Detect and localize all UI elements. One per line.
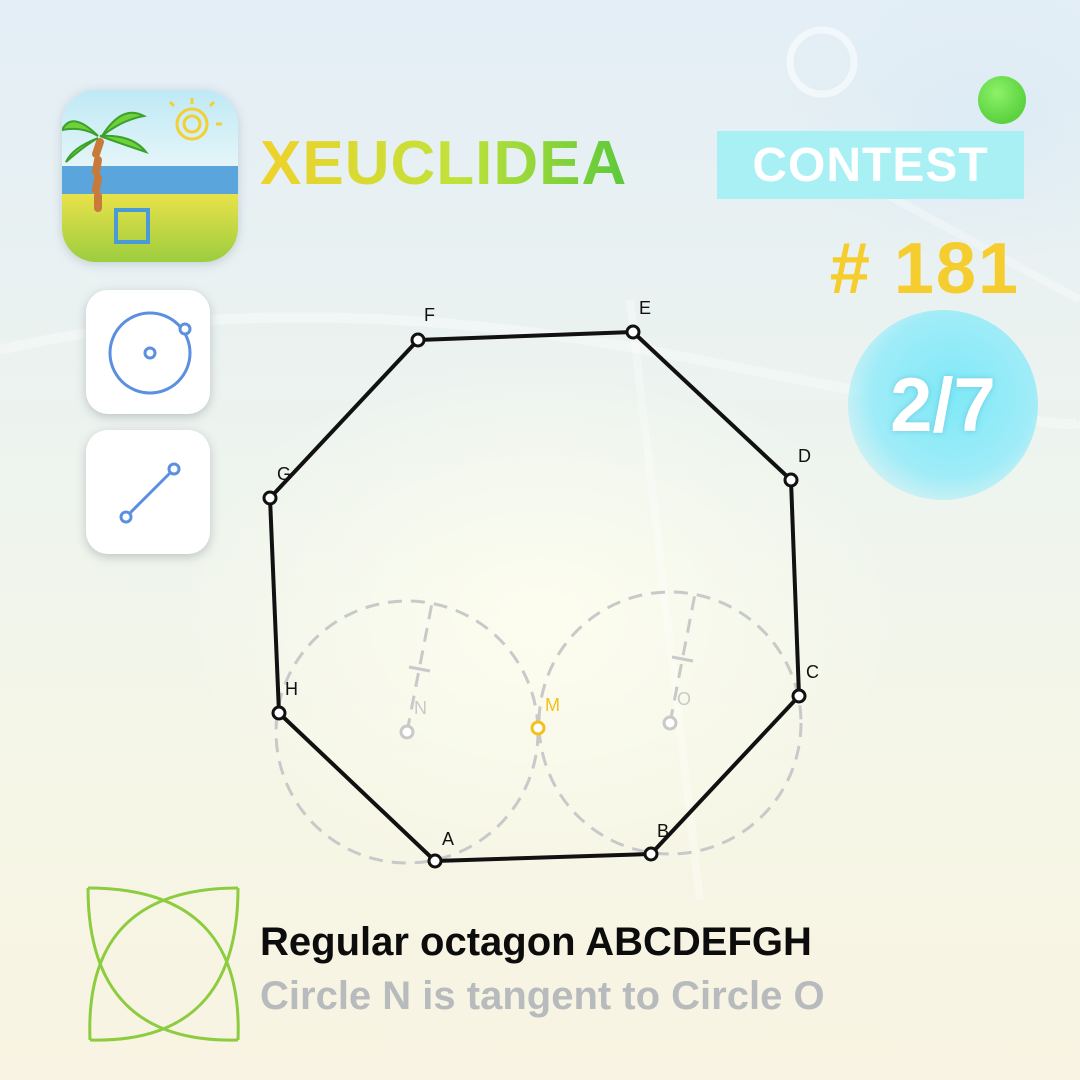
point-e[interactable] [625, 324, 641, 340]
problem-statement-line2: Circle N is tangent to Circle O [260, 974, 825, 1018]
label-c: C [806, 662, 819, 682]
point-c[interactable] [791, 688, 807, 704]
euclidea-logo-icon [86, 886, 240, 1042]
point-b[interactable] [643, 846, 659, 862]
point-d[interactable] [783, 472, 799, 488]
label-o: O [677, 689, 691, 709]
problem-statement-line1: Regular octagon ABCDEFGH [260, 920, 812, 964]
label-e: E [639, 298, 651, 318]
label-b: B [657, 821, 669, 841]
radius-o-tick [671, 655, 694, 663]
octagon [268, 330, 801, 863]
point-g[interactable] [262, 490, 278, 506]
point-a[interactable] [427, 853, 443, 869]
point-o[interactable] [662, 715, 678, 731]
label-h: H [285, 679, 298, 699]
label-m: M [545, 695, 560, 715]
label-n: N [414, 698, 427, 718]
label-g: G [277, 464, 291, 484]
label-a: A [442, 829, 454, 849]
label-d: D [798, 446, 811, 466]
radius-n-tick [408, 665, 431, 673]
point-n[interactable] [399, 724, 415, 740]
point-m[interactable] [530, 720, 546, 736]
point-f[interactable] [410, 332, 426, 348]
point-h[interactable] [271, 705, 287, 721]
label-f: F [424, 305, 435, 325]
